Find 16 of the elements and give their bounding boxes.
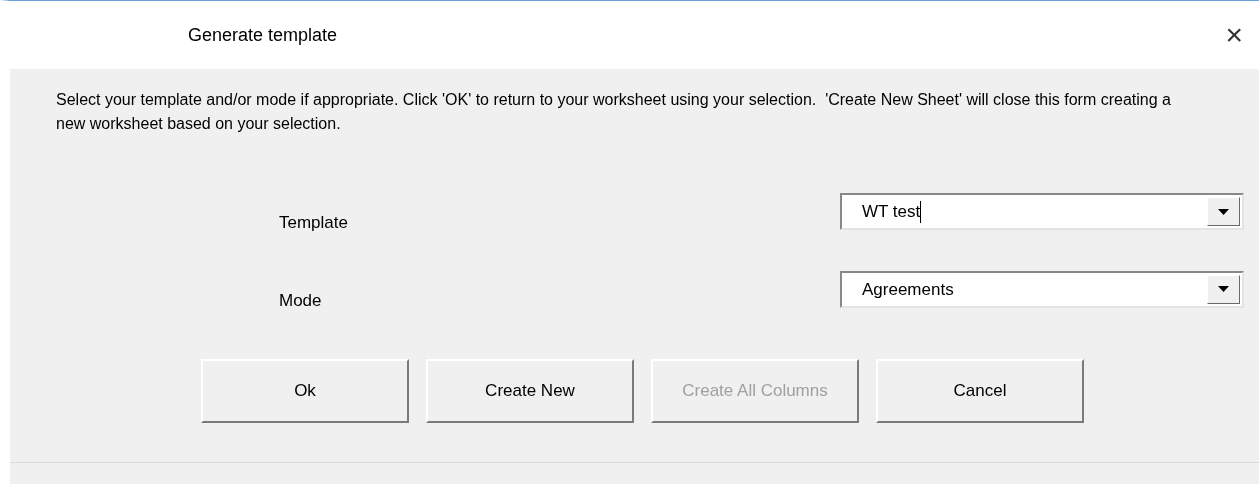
dropdown-arrow-button[interactable] — [1207, 274, 1240, 304]
dropdown-arrow-button[interactable] — [1207, 197, 1240, 227]
dialog-button[interactable]: Ok — [201, 359, 409, 423]
dropdown-field[interactable]: WT test — [840, 193, 1244, 231]
instructions-text: Select your template and/or mode if appropriate. Click 'OK' to return to your worksheet using your selection. 'Create New Sheet' will close this form creating a new worksheet based on your selection. — [56, 90, 1172, 134]
dialog-button[interactable]: Cancel — [876, 359, 1084, 423]
dropdown-value: WT test — [862, 201, 921, 223]
dropdown-value: Agreements — [862, 278, 954, 301]
dropdown-field[interactable]: Agreements — [840, 270, 1244, 308]
dialog-button[interactable]: Create New — [426, 359, 634, 423]
window-title: Generate template — [188, 23, 339, 47]
field-label: Mode — [278, 289, 323, 312]
close-button[interactable]: × — [1221, 20, 1247, 50]
field-label: Template — [278, 212, 349, 234]
caret-icon — [1218, 286, 1229, 293]
caret-icon — [1218, 208, 1229, 215]
